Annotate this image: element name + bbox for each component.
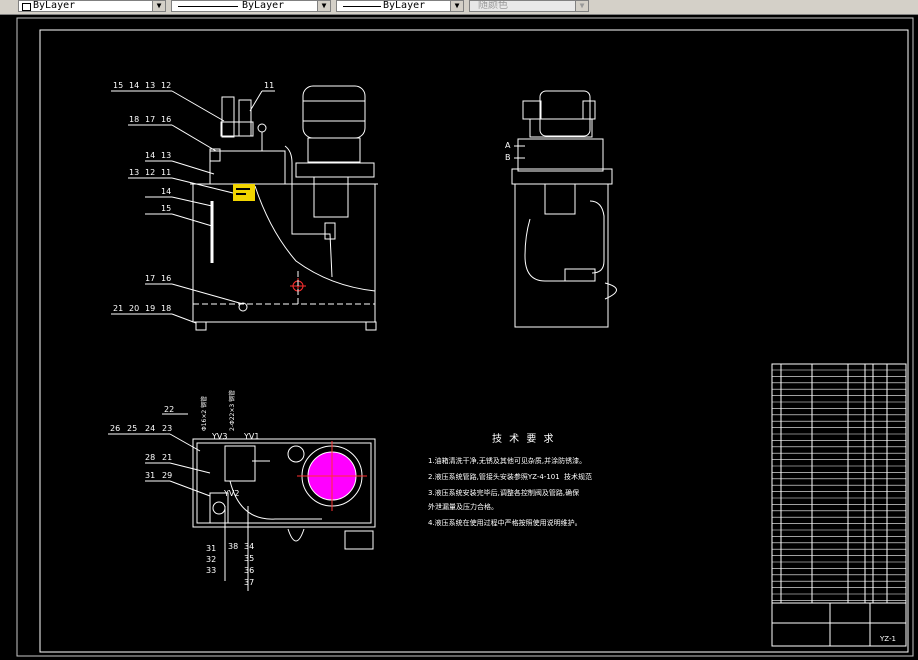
yellow-nameplate — [233, 184, 255, 201]
svg-text:38: 38 — [228, 542, 238, 551]
svg-text:Φ16×2 钢管: Φ16×2 钢管 — [200, 396, 208, 431]
svg-text:16: 16 — [161, 274, 171, 283]
svg-text:14: 14 — [161, 187, 171, 196]
lineweight-combo[interactable]: ByLayer ▼ — [336, 0, 464, 12]
svg-text:13: 13 — [129, 168, 139, 177]
svg-text:33: 33 — [206, 566, 216, 575]
svg-text:19: 19 — [145, 304, 155, 313]
svg-text:23: 23 — [162, 424, 172, 433]
svg-text:13: 13 — [145, 81, 155, 90]
svg-text:A: A — [505, 141, 511, 150]
linetype-preview — [178, 6, 238, 7]
svg-text:31: 31 — [145, 471, 155, 480]
chevron-down-icon[interactable]: ▼ — [152, 1, 165, 11]
svg-text:16: 16 — [161, 115, 171, 124]
drawing-number: YZ-1 — [879, 635, 896, 643]
top-view-labels: 26 25 24 23 22 28 21 31 29 YV3 YV1 YV2 3… — [110, 390, 259, 587]
svg-text:15: 15 — [161, 204, 171, 213]
lineweight-combo-value: ByLayer — [383, 0, 426, 11]
tech-note: 技术规范 — [564, 472, 592, 481]
chevron-down-icon[interactable]: ▼ — [317, 1, 330, 11]
svg-text:36: 36 — [244, 566, 254, 575]
drawing-viewport[interactable]: 15 14 13 12 11 18 17 16 14 13 13 12 11 1… — [0, 14, 918, 660]
svg-text:18: 18 — [161, 304, 171, 313]
tech-title: 技 术 要 求 — [492, 432, 556, 445]
svg-text:22: 22 — [164, 405, 174, 414]
svg-text:YV3: YV3 — [211, 432, 227, 441]
technical-requirements: 技 术 要 求 1.油箱清洗干净,无锈及其他可见杂质,并涂防锈漆。 2.液压系统… — [428, 432, 592, 527]
parts-list — [771, 363, 907, 647]
svg-text:17: 17 — [145, 115, 155, 124]
linetype-combo-value: ByLayer — [242, 0, 285, 11]
properties-toolbar: ByLayer ▼ ByLayer ▼ ByLayer ▼ 随颜色 ▼ — [0, 0, 918, 13]
tech-line-2: 2.液压系统管路,管接头安装参照YZ-4-101 — [428, 472, 560, 481]
svg-text:12: 12 — [145, 168, 155, 177]
tech-line-3: 3.液压系统安装完毕后,调整各控制阀及管路,确保 — [428, 488, 579, 497]
svg-text:14: 14 — [129, 81, 139, 90]
svg-text:11: 11 — [161, 168, 171, 177]
svg-text:YV2: YV2 — [223, 489, 239, 498]
linetype-combo[interactable]: ByLayer ▼ — [171, 0, 331, 12]
chevron-down-icon[interactable]: ▼ — [450, 1, 463, 11]
svg-text:13: 13 — [161, 151, 171, 160]
svg-text:34: 34 — [244, 542, 254, 551]
tech-line-4: 外泄漏量及压力合格。 — [428, 502, 498, 511]
parts-list-rows — [772, 369, 906, 601]
svg-text:35: 35 — [244, 554, 254, 563]
plotstyle-combo-value: 随颜色 — [478, 0, 508, 11]
svg-text:11: 11 — [264, 81, 274, 90]
svg-text:29: 29 — [162, 471, 172, 480]
side-view — [511, 90, 617, 328]
svg-text:12: 12 — [161, 81, 171, 90]
lineweight-preview — [343, 6, 381, 7]
svg-text:20: 20 — [129, 304, 139, 313]
svg-text:2-Φ22×3 钢管: 2-Φ22×3 钢管 — [228, 390, 236, 431]
svg-text:14: 14 — [145, 151, 155, 160]
svg-text:17: 17 — [145, 274, 155, 283]
svg-text:31: 31 — [206, 544, 216, 553]
svg-text:B: B — [505, 153, 511, 162]
layer-combo-value: ByLayer — [33, 0, 76, 11]
svg-text:15: 15 — [113, 81, 123, 90]
cad-drawing[interactable]: 15 14 13 12 11 18 17 16 14 13 13 12 11 1… — [0, 15, 918, 660]
svg-text:21: 21 — [113, 304, 123, 313]
side-view-labels: A B — [505, 141, 511, 162]
tech-line-1: 1.油箱清洗干净,无锈及其他可见杂质,并涂防锈漆。 — [428, 456, 586, 465]
svg-text:26: 26 — [110, 424, 120, 433]
svg-text:28: 28 — [145, 453, 155, 462]
layer-combo[interactable]: ByLayer ▼ — [18, 0, 166, 12]
svg-text:25: 25 — [127, 424, 137, 433]
top-view — [108, 413, 376, 591]
svg-text:YV1: YV1 — [243, 432, 259, 441]
plotstyle-combo: 随颜色 ▼ — [469, 0, 589, 12]
color-swatch-icon — [22, 3, 31, 11]
svg-text:24: 24 — [145, 424, 155, 433]
svg-text:21: 21 — [162, 453, 172, 462]
sheet-outer-frame — [16, 17, 914, 657]
chevron-down-icon: ▼ — [575, 1, 588, 11]
svg-text:18: 18 — [129, 115, 139, 124]
tech-line-5: 4.液压系统在使用过程中严格按照使用说明维护。 — [428, 518, 582, 527]
svg-text:37: 37 — [244, 578, 254, 587]
svg-text:32: 32 — [206, 555, 216, 564]
